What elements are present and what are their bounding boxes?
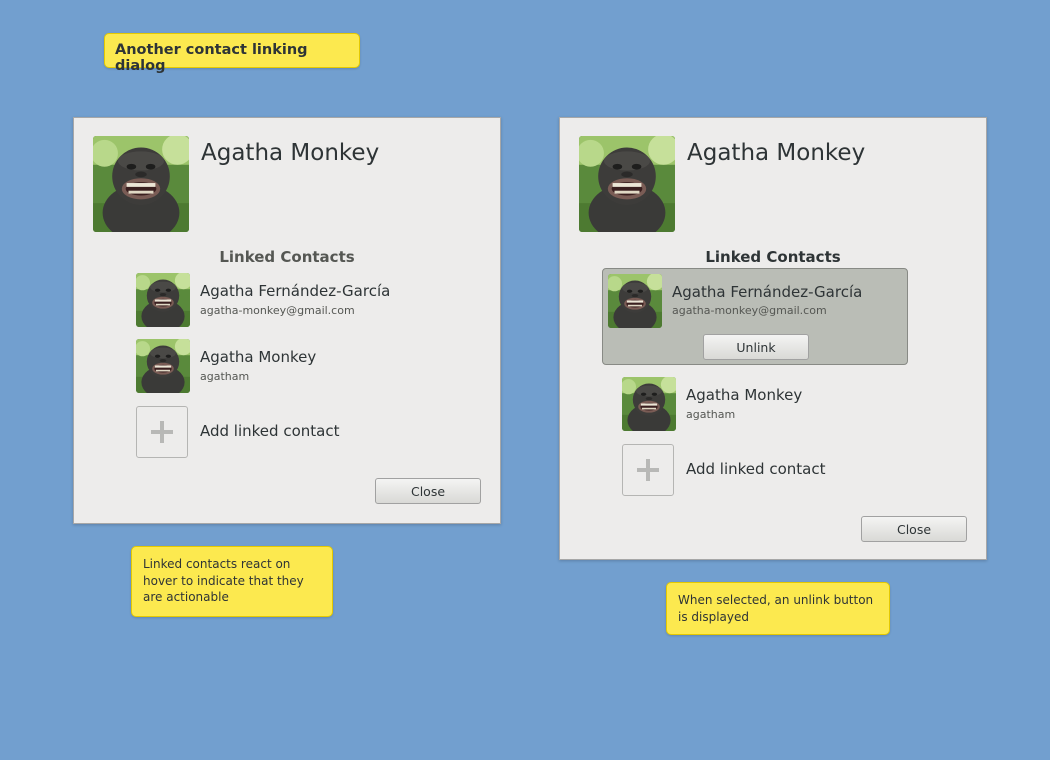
monkey-photo-icon	[579, 136, 675, 232]
monkey-photo-icon	[622, 377, 676, 431]
plus-icon	[637, 459, 659, 481]
linked-contact-avatar	[136, 339, 190, 393]
linked-contact-avatar	[608, 274, 662, 328]
close-button[interactable]: Close	[861, 516, 967, 542]
contact-avatar	[93, 136, 189, 232]
monkey-photo-icon	[136, 339, 190, 393]
contact-dialog-selected: Agatha Monkey Linked Contacts Agatha Fer…	[559, 117, 987, 560]
hover-note: Linked contacts react on hover to indica…	[131, 546, 333, 617]
linked-contacts-heading: Linked Contacts	[219, 248, 355, 266]
title-note: Another contact linking dialog	[104, 33, 360, 74]
linked-contact-name: Agatha Monkey	[200, 348, 317, 366]
monkey-photo-icon	[93, 136, 189, 232]
plus-icon	[151, 421, 173, 443]
linked-contact-name: Agatha Fernández-García	[200, 282, 391, 300]
contact-name: Agatha Monkey	[687, 140, 866, 166]
add-linked-contact-button[interactable]	[622, 444, 674, 496]
close-button[interactable]: Close	[375, 478, 481, 504]
contact-name: Agatha Monkey	[201, 140, 380, 166]
unlink-button[interactable]: Unlink	[703, 334, 809, 360]
linked-contact-avatar	[622, 377, 676, 431]
linked-contact-name: Agatha Monkey	[686, 386, 803, 404]
contact-dialog-hover: Agatha Monkey Linked Contacts Agatha Fer…	[73, 117, 501, 524]
linked-contact-detail: agatha-monkey@gmail.com	[200, 304, 355, 317]
contact-avatar	[579, 136, 675, 232]
add-linked-contact-label[interactable]: Add linked contact	[200, 422, 339, 440]
linked-contacts-heading: Linked Contacts	[705, 248, 841, 266]
add-linked-contact-label[interactable]: Add linked contact	[686, 460, 825, 478]
monkey-photo-icon	[136, 273, 190, 327]
selected-note: When selected, an unlink button is displ…	[666, 582, 890, 635]
linked-contact-detail: agatha-monkey@gmail.com	[672, 304, 827, 317]
add-linked-contact-button[interactable]	[136, 406, 188, 458]
linked-contact-detail: agatham	[686, 408, 736, 421]
monkey-photo-icon	[608, 274, 662, 328]
linked-contact-detail: agatham	[200, 370, 250, 383]
linked-contact-avatar	[136, 273, 190, 327]
linked-contact-row-selected[interactable]: Agatha Fernández-García agatha-monkey@gm…	[602, 268, 908, 365]
linked-contact-name: Agatha Fernández-García	[672, 283, 863, 301]
